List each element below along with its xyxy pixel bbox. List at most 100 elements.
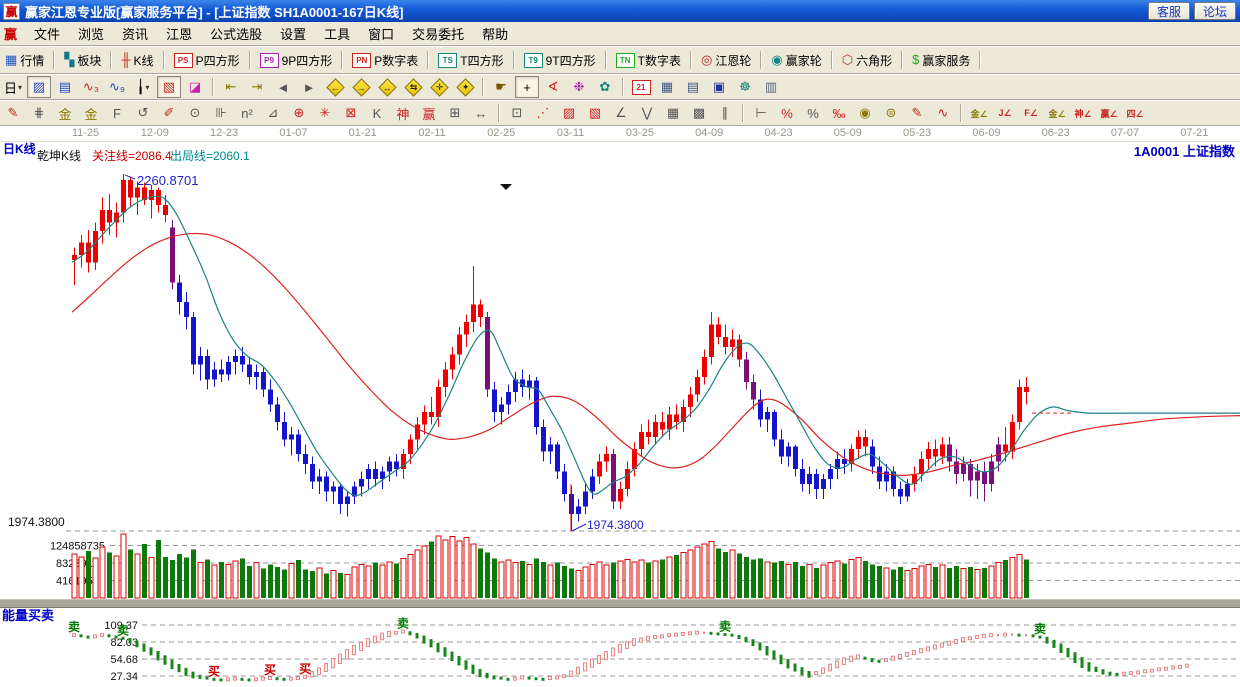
fan-box-tool-icon[interactable]: ▨ [557,102,581,124]
toolbar-winner-wheel-button[interactable]: ◉赢家轮 [766,50,826,71]
gold-section-tool-icon[interactable]: 金 [53,102,77,124]
first-page-icon[interactable]: ⇤ [219,76,243,98]
period-day-drop-icon[interactable]: 日▾ [1,76,25,98]
spiral-tool-icon[interactable]: ↺ [131,102,155,124]
wave-channel-tool-icon[interactable]: ∿ [931,102,955,124]
time-circle-tool-icon[interactable]: ⊙ [183,102,207,124]
percent-line-tool-icon[interactable]: % [775,102,799,124]
compress-3-icon[interactable]: ∿₃ [79,76,103,98]
toolbar-gann-wheel-button[interactable]: ◎江恩轮 [696,50,756,71]
crosshair-icon[interactable]: + [515,76,539,98]
menu-item-window[interactable]: 窗口 [359,22,403,45]
notes-icon[interactable]: ▤ [681,76,705,98]
menu-item-help[interactable]: 帮助 [473,22,517,45]
gann-flower-icon[interactable]: ❉ [567,76,591,98]
toolbar-hexagon-button[interactable]: ⬡六角形 [837,50,897,71]
expand-all-icon[interactable]: ✦ [453,76,477,98]
percent-tool-icon[interactable]: % [801,102,825,124]
si-angle-tool-icon[interactable]: 四∠ [1123,102,1147,124]
scale-measure-tool-icon[interactable]: ⊢ [749,102,773,124]
menu-item-news[interactable]: 资讯 [113,22,157,45]
prev-bar-icon[interactable]: ◄ [271,76,295,98]
span-measure-tool-icon[interactable]: ↔ [469,102,493,124]
k-quote-tool-icon[interactable]: K [365,102,389,124]
gann-shell-icon[interactable]: ✿ [593,76,617,98]
arrow-brush-tool-icon[interactable]: ✎ [905,102,929,124]
menu-item-settings[interactable]: 设置 [271,22,315,45]
menu-item-formula-stock-pick[interactable]: 公式选股 [201,22,271,45]
ruler-123-tool-icon[interactable]: ⊞ [443,102,467,124]
permille-tool-icon[interactable]: ‰ [827,102,851,124]
marker-brush-tool-icon[interactable]: ✐ [157,102,181,124]
fan-rays-tool-icon[interactable]: ⋰ [531,102,555,124]
gold-circle-tool-icon[interactable]: ◉ [853,102,877,124]
time-grid-tool-icon[interactable]: ⋕ [27,102,51,124]
win-grid-tool-icon[interactable]: 赢 [417,102,441,124]
toolbar-9t-square-button[interactable]: T99T四方形 [519,50,601,71]
toolbar-sectors-button[interactable]: ▚板块 [59,50,106,71]
v-lines-tool-icon[interactable]: ⋁ [635,102,659,124]
single-candle-drop-icon[interactable]: ╽▾ [131,76,155,98]
restore-view-icon[interactable]: ▧ [157,76,181,98]
toolbar-p-number-table-button[interactable]: PNP数字表 [347,50,423,71]
n-square-tool-icon[interactable]: n² [235,102,259,124]
toolbar-t-square-button[interactable]: TST四方形 [433,50,508,71]
toolbar-kline-button[interactable]: ╫K线 [116,50,158,71]
toolbar-winner-service-button[interactable]: $赢家服务 [907,50,975,71]
j-angle-tool-icon[interactable]: J∠ [993,102,1017,124]
save-icon[interactable]: ▣ [707,76,731,98]
f-angle-tool-icon[interactable]: F∠ [1019,102,1043,124]
fan-box2-tool-icon[interactable]: ▧ [583,102,607,124]
last-page-icon[interactable]: ⇥ [245,76,269,98]
sell-marker: 卖 [397,615,409,630]
pan-all-icon[interactable]: ✛ [427,76,451,98]
f-line-tool-icon[interactable]: F [105,102,129,124]
color-histogram-icon[interactable]: ◪ [183,76,207,98]
calendar-icon[interactable]: 21 [629,76,653,98]
dense-grid-tool-icon[interactable]: ▦ [661,102,685,124]
shen-angle-tool-icon[interactable]: 神∠ [1071,102,1095,124]
next-bar-icon[interactable]: ► [297,76,321,98]
compress-9-icon[interactable]: ∿₉ [105,76,129,98]
star-rays-tool-icon[interactable]: ✳ [313,102,337,124]
gold-channel-tool-icon[interactable]: ⊜ [879,102,903,124]
calculator-icon[interactable]: ▦ [655,76,679,98]
menu-item-trade-order[interactable]: 交易委托 [403,22,473,45]
shift-right-icon[interactable]: → [349,76,373,98]
dense-grid2-tool-icon[interactable]: ▩ [687,102,711,124]
menu-item-gann[interactable]: 江恩 [157,22,201,45]
print-icon[interactable]: ▥ [759,76,783,98]
circle-cross-tool-icon[interactable]: ⊕ [287,102,311,124]
shen-grid-tool-icon[interactable]: 神 [391,102,415,124]
compress-view-icon[interactable]: ⇆ [401,76,425,98]
energy-scale-label: 54.68 [110,654,138,666]
mirror-tool-icon[interactable]: ⊿ [261,102,285,124]
shift-left-icon[interactable]: ← [323,76,347,98]
box-frame-tool-icon[interactable]: ⊡ [505,102,529,124]
win-angle-tool-icon[interactable]: 赢∠ [1097,102,1121,124]
web-update-icon[interactable]: ☸ [733,76,757,98]
pane-splitter[interactable] [0,599,1240,608]
kline-style-icon[interactable]: ▨ [27,76,51,98]
menu-item-browse[interactable]: 浏览 [69,22,113,45]
menu-item-tools[interactable]: 工具 [315,22,359,45]
square-grid-tool-icon[interactable]: ⊠ [339,102,363,124]
gold2-angle-tool-icon[interactable]: 金∠ [1045,102,1069,124]
toolbar-t-number-table-button[interactable]: TNT数字表 [611,50,686,71]
toolbar-9p-square-button[interactable]: P99P四方形 [255,50,338,71]
red-brush-tool-icon[interactable]: ✎ [1,102,25,124]
toolbar-p-square-button[interactable]: PSP四方形 [169,50,245,71]
zoom-horizontal-icon[interactable]: ↔ [375,76,399,98]
gold-angle-tool-icon[interactable]: 金∠ [967,102,991,124]
info-board-icon[interactable]: ▤ [53,76,77,98]
drag-hand-icon[interactable]: ☛ [489,76,513,98]
angle-lines-tool-icon[interactable]: ∠ [609,102,633,124]
forum-button[interactable]: 论坛 [1194,2,1236,20]
gold-section2-tool-icon[interactable]: 金 [79,102,103,124]
customer-service-button[interactable]: 客服 [1148,2,1190,20]
parallel-tool-icon[interactable]: ∥ [713,102,737,124]
time-ruler-tool-icon[interactable]: ⊪ [209,102,233,124]
angle-measure-icon[interactable]: ∢ [541,76,565,98]
menu-item-file[interactable]: 文件 [25,22,69,45]
toolbar-quotes-button[interactable]: ▦行情 [0,50,49,71]
